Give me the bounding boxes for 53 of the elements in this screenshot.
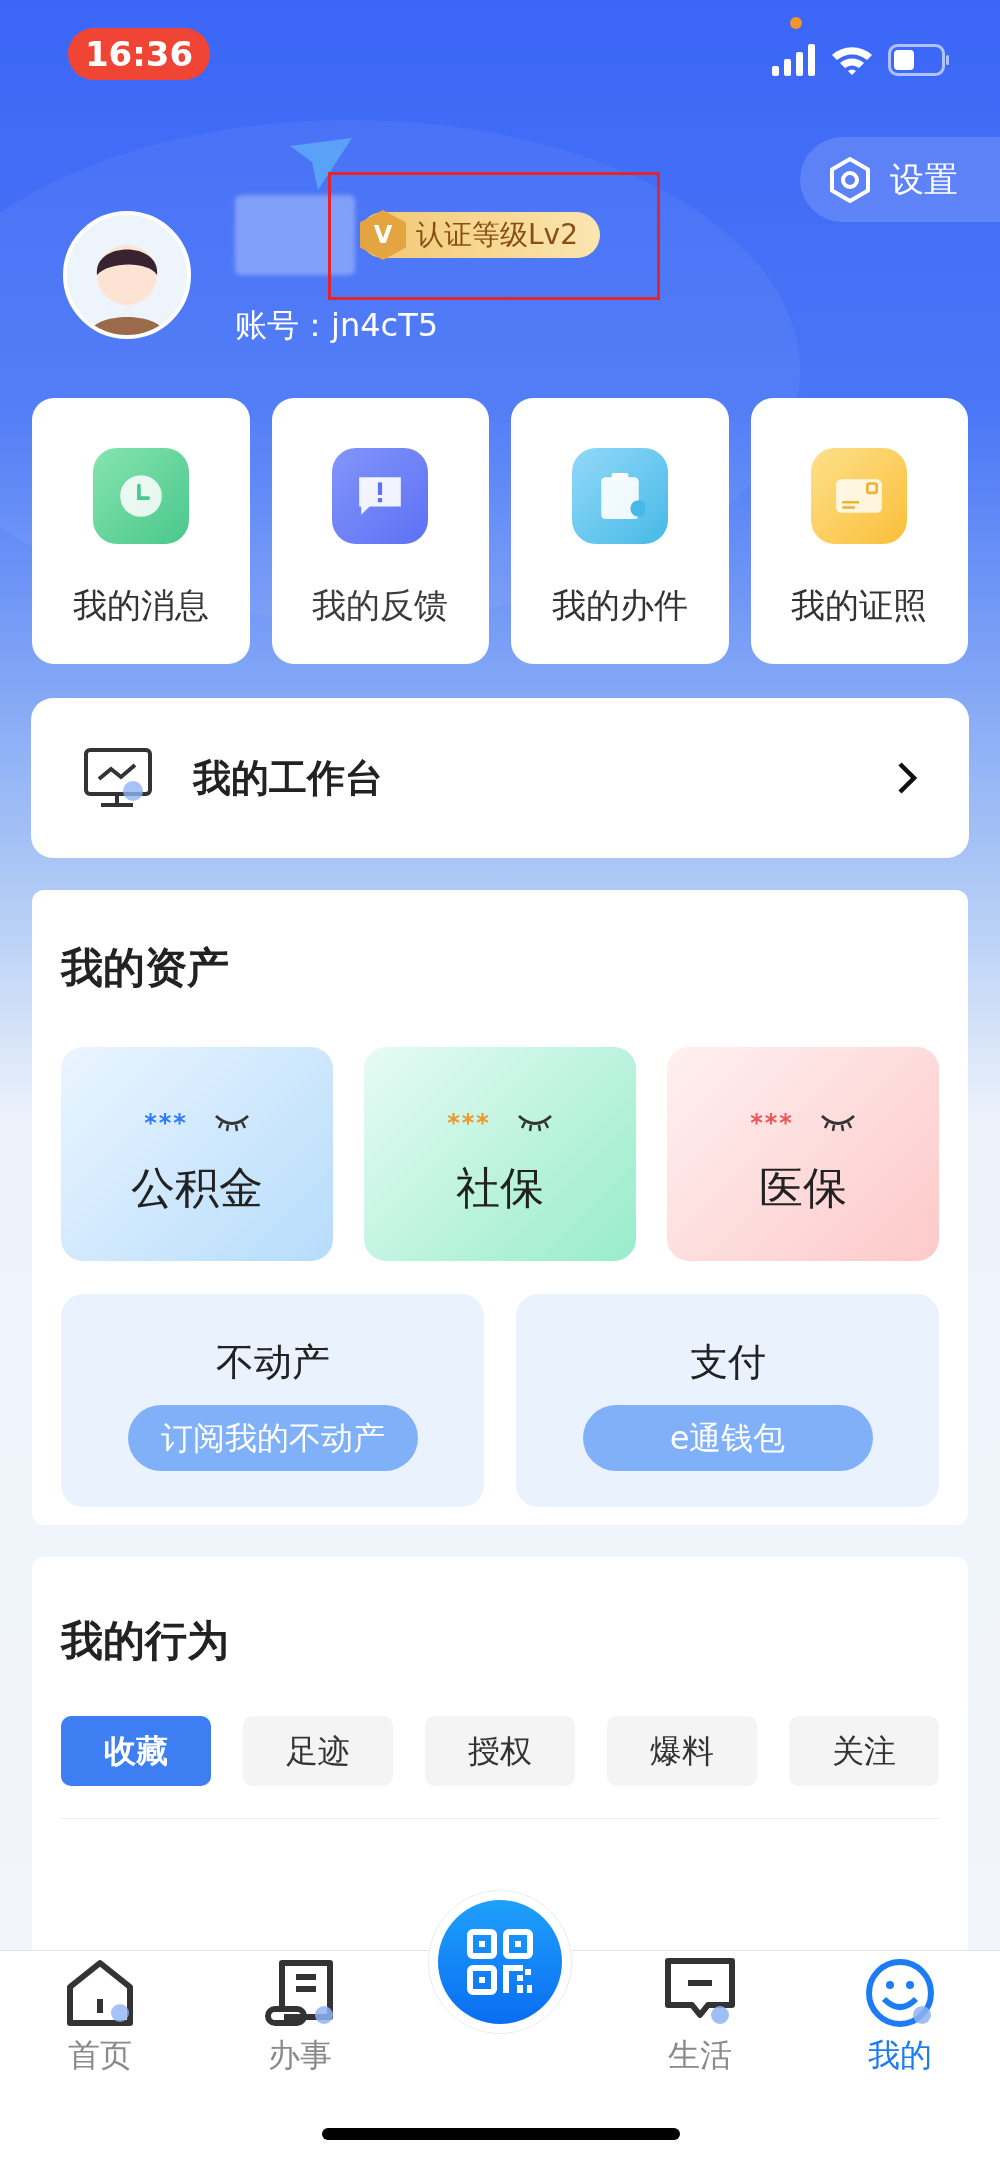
quick-link-card[interactable]: 我的消息 (32, 398, 250, 664)
closed-eye-icon (819, 1113, 856, 1133)
document-icon (264, 1957, 336, 2029)
smiley-icon (864, 1957, 936, 2029)
asset-label: 社保 (456, 1161, 544, 1215)
workbench-row[interactable]: 我的工作台 (31, 698, 969, 858)
badge-label: 认证等级Lv2 (416, 217, 578, 253)
quick-link-card[interactable]: 我的办件 (511, 398, 729, 664)
privacy-indicator (790, 17, 802, 29)
status-time: 16:36 (68, 28, 210, 80)
tab-bar-label: 首页 (68, 2035, 132, 2076)
quick-link-label: 我的证照 (791, 584, 928, 627)
behavior-tab[interactable]: 授权 (425, 1716, 575, 1786)
closed-eye-icon (516, 1113, 553, 1133)
behavior-tab[interactable]: 足迹 (243, 1716, 393, 1786)
quick-link-card[interactable]: 我的证照 (750, 398, 968, 664)
monitor-icon (83, 747, 153, 809)
behavior-tab[interactable]: 爆料 (607, 1716, 757, 1786)
behavior-tab[interactable]: 收藏 (61, 1716, 211, 1786)
quick-link-label: 我的办件 (551, 584, 688, 627)
asset-title: 支付 (689, 1339, 766, 1386)
chevron-right-icon (897, 761, 917, 795)
asset-label: 公积金 (131, 1161, 263, 1215)
quick-link-card[interactable]: 我的反馈 (271, 398, 489, 664)
account-id: 账号：jn4cT5 (235, 309, 440, 341)
tab-bar-label: 我的 (868, 2035, 932, 2076)
quick-link-label: 我的消息 (72, 584, 209, 627)
wifi-icon (830, 44, 874, 76)
asset-card[interactable]: *** 社保 (364, 1047, 636, 1261)
settings-icon (828, 155, 872, 204)
closed-eye-icon (213, 1113, 250, 1133)
tab-bar-label: 生活 (668, 2035, 732, 2076)
signal-icon (772, 44, 816, 76)
masked-amount: *** (144, 1111, 188, 1135)
section-title: 我的行为 (61, 1615, 230, 1667)
behavior-tab[interactable]: 关注 (789, 1716, 939, 1786)
paper-plane-icon (290, 138, 352, 190)
asset-card[interactable]: *** 医保 (667, 1047, 939, 1261)
quick-link-label: 我的反馈 (312, 584, 449, 627)
section-title: 我的资产 (61, 942, 230, 994)
asset-label: 医保 (759, 1161, 847, 1215)
badge-icon: V (360, 210, 406, 260)
tab-bar-item[interactable]: 我的 (800, 1957, 1000, 2164)
workbench-label: 我的工作台 (193, 754, 383, 802)
qr-code-icon (467, 1929, 533, 1995)
home-icon (64, 1957, 136, 2029)
battery-icon (888, 44, 950, 76)
scan-button[interactable] (438, 1900, 562, 2024)
tab-bar-label: 办事 (268, 2035, 332, 2076)
masked-amount: *** (750, 1111, 794, 1135)
asset-title: 不动产 (215, 1339, 330, 1386)
masked-amount: *** (447, 1111, 491, 1135)
asset-card[interactable]: *** 公积金 (61, 1047, 333, 1261)
